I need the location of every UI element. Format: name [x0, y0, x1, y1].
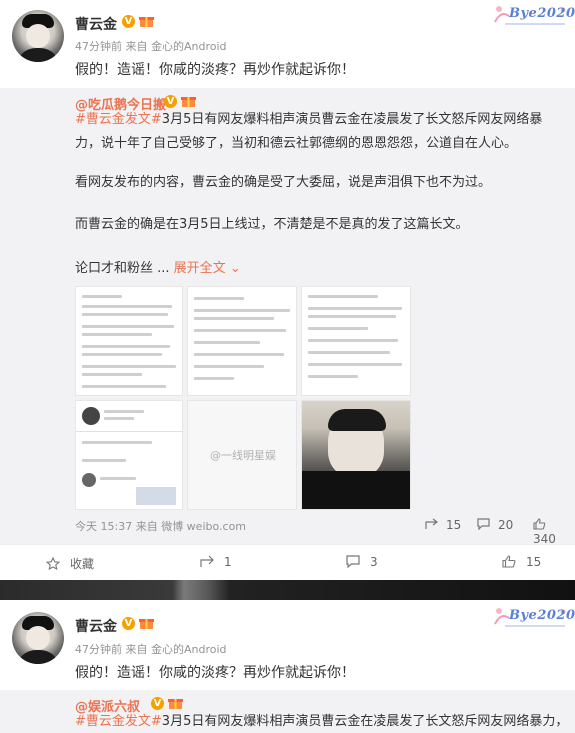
thumbs-up-icon	[502, 555, 516, 568]
post-image[interactable]	[301, 286, 411, 396]
post-text: 假的！造谣！你咸的淡疼？再炒作就起诉你！	[75, 665, 355, 681]
action-bar: 收藏 1 3 15	[0, 544, 575, 581]
topic-tag-link[interactable]: #曹云金发文#	[75, 714, 162, 729]
gift-icon	[139, 17, 154, 27]
post-image[interactable]	[75, 400, 183, 510]
watermark-stamp: Bye2020	[491, 2, 575, 28]
repost-comment-button[interactable]: 20	[477, 518, 513, 532]
chevron-down-icon: ⌄	[229, 261, 241, 276]
share-button[interactable]: 1	[200, 555, 232, 569]
comment-icon	[346, 555, 360, 568]
username[interactable]: 曹云金	[75, 616, 117, 636]
gift-icon	[168, 699, 183, 709]
post-meta: 47分钟前 来自 金心的Android	[75, 40, 227, 53]
verified-icon: V	[151, 697, 164, 710]
star-icon	[46, 557, 60, 570]
post-image[interactable]	[75, 286, 183, 396]
post-text: 假的！造谣！你咸的淡疼？再炒作就起诉你！	[75, 62, 355, 78]
repost-paragraph-2: 看网友发布的内容，曹云金的确是受了大委屈，说是声泪俱下也不为过。	[75, 175, 492, 190]
verified-icon: V	[164, 95, 177, 108]
post-image[interactable]: @一线明星娱	[187, 400, 297, 510]
username[interactable]: 曹云金	[75, 14, 117, 34]
like-button[interactable]: 15	[502, 555, 541, 569]
watermark-stamp: Bye2020	[491, 604, 575, 630]
repost-share-button[interactable]: 15	[425, 518, 461, 532]
favorite-button[interactable]: 收藏	[46, 555, 94, 572]
post-image[interactable]	[187, 286, 297, 396]
share-icon	[425, 518, 438, 529]
feed-separator-image	[0, 580, 575, 600]
repost-box: @娱派六叔 V #曹云金发文#3月5日有网友爆料相声演员曹云金在凌晨发了长文怒斥…	[0, 690, 575, 733]
post-image-photo[interactable]	[301, 400, 411, 510]
gift-icon	[139, 619, 154, 629]
repost-paragraph-4: 论口才和粉丝 ... 展开全文 ⌄	[75, 261, 241, 276]
repost-paragraph-1: #曹云金发文#3月5日有网友爆料相声演员曹云金在凌晨发了长文怒斥网友网络暴力，说…	[75, 112, 543, 151]
topic-tag-link[interactable]: #曹云金发文#	[75, 112, 162, 127]
repost-like-button[interactable]: 340	[533, 518, 575, 546]
comment-button[interactable]: 3	[346, 555, 378, 569]
expand-full-text-link[interactable]: 展开全文 ⌄	[174, 261, 241, 276]
avatar[interactable]	[12, 10, 64, 62]
repost-paragraph-3: 而曹云金的确是在3月5日上线过，不清楚是不是真的发了这篇长文。	[75, 217, 469, 232]
post-meta: 47分钟前 来自 金心的Android	[75, 643, 227, 656]
gift-icon	[181, 97, 196, 107]
weibo-post: 曹云金 V 47分钟前 来自 金心的Android 假的！造谣！你咸的淡疼？再炒…	[0, 0, 575, 581]
verified-icon: V	[122, 617, 135, 630]
avatar[interactable]	[12, 612, 64, 664]
repost-paragraph-1: #曹云金发文#3月5日有网友爆料相声演员曹云金在凌晨发了长文怒斥网友网络暴力，说…	[75, 714, 563, 729]
thumbs-up-icon	[533, 518, 546, 530]
comment-icon	[477, 518, 490, 530]
repost-box: @吃瓜鹅今日搬 V #曹云金发文#3月5日有网友爆料相声演员曹云金在凌晨发了长文…	[0, 88, 575, 546]
weibo-post: 曹云金 V 47分钟前 来自 金心的Android 假的！造谣！你咸的淡疼？再炒…	[0, 600, 575, 733]
share-icon	[200, 555, 214, 567]
repost-time: 今天 15:37 来自 微博 weibo.com	[75, 520, 247, 533]
verified-icon: V	[122, 15, 135, 28]
image-watermark: @一线明星娱	[210, 449, 276, 462]
